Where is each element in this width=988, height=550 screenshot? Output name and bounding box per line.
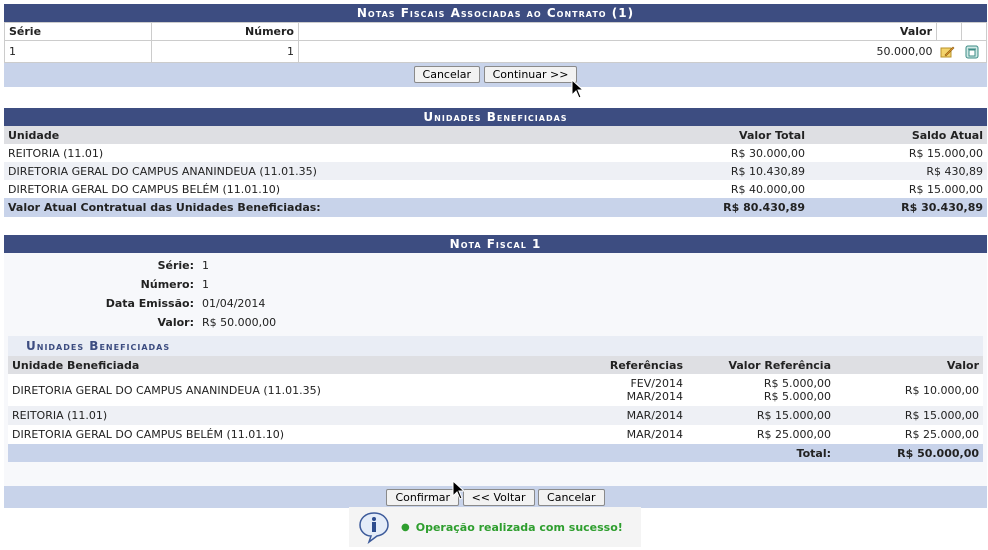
cell-valor: R$ 15.000,00	[904, 409, 979, 422]
valor-value: R$ 50.000,00	[202, 316, 277, 329]
total-spacer	[8, 444, 589, 462]
data-label: Data Emissão:	[105, 297, 194, 310]
total-valor: R$ 80.430,89	[723, 201, 805, 214]
edit-pencil-icon[interactable]	[939, 44, 955, 60]
table-row: REITORIA (11.01) R$ 30.000,00 R$ 15.000,…	[4, 144, 987, 162]
notas-panel: Notas Fiscais Associadas ao Contrato (1)…	[4, 4, 987, 87]
nota-panel-title: Nota Fiscal 1	[4, 235, 987, 253]
total-label: Valor Atual Contratual das Unidades Bene…	[8, 201, 321, 214]
unidades-header-row: Unidade Valor Total Saldo Atual	[4, 126, 987, 144]
mouse-pointer-icon	[452, 480, 466, 500]
col-valor: Valor	[946, 358, 979, 372]
cell-saldo-atual: R$ 15.000,00	[908, 182, 983, 196]
table-row: DIRETORIA GERAL DO CAMPUS BELÉM (11.01.1…	[4, 180, 987, 198]
ref-item: MAR/2014	[626, 390, 683, 403]
cell-unidade: DIRETORIA GERAL DO CAMPUS BELÉM (11.01.1…	[8, 182, 281, 196]
total-row: Total: R$ 50.000,00	[8, 444, 983, 462]
col-unidade: Unidade	[8, 128, 60, 142]
data-value: 01/04/2014	[202, 297, 266, 310]
cell-valor: R$ 10.000,00	[904, 383, 979, 397]
nota-body: Série: 1 Número: 1 Data Emissão: 01/04/2…	[4, 253, 987, 486]
total-row: Valor Atual Contratual das Unidades Bene…	[4, 198, 987, 217]
table-row: REITORIA (11.01) MAR/2014 R$ 15.000,00 R…	[8, 406, 983, 425]
col-serie: Série	[4, 22, 152, 41]
cell-referencias: MAR/2014	[626, 428, 683, 441]
continue-button[interactable]: Continuar >>	[483, 66, 578, 83]
cell-referencias: MAR/2014	[626, 409, 683, 422]
col-edit	[936, 22, 962, 41]
col-referencias: Referências	[609, 358, 683, 372]
cell-valor: R$ 25.000,00	[904, 428, 979, 441]
unidades-panel-title: Unidades Beneficiadas	[4, 108, 987, 126]
cell-valor: 50.000,00	[876, 45, 933, 58]
cell-valor-total: R$ 10.430,89	[730, 164, 805, 178]
success-message: ● Operação realizada com sucesso!	[349, 507, 641, 547]
cell-serie: 1	[4, 40, 152, 63]
total-spacer	[589, 444, 687, 462]
cell-valor-total: R$ 40.000,00	[730, 182, 805, 196]
cell-unidade: REITORIA (11.01)	[8, 146, 104, 160]
cancel-button[interactable]: Cancelar	[413, 66, 481, 83]
sub-header-row: Unidade Beneficiada Referências Valor Re…	[8, 356, 983, 374]
cell-unidade: REITORIA (11.01)	[12, 409, 108, 422]
notas-panel-title: Notas Fiscais Associadas ao Contrato (1)	[4, 4, 987, 22]
numero-value: 1	[202, 278, 209, 291]
cell-valor-referencia: R$ 15.000,00	[756, 409, 831, 422]
cancel-button[interactable]: Cancelar	[538, 489, 605, 506]
col-delete	[962, 23, 987, 41]
serie-value: 1	[202, 259, 209, 272]
col-valor: Valor	[298, 22, 937, 41]
cell-saldo-atual: R$ 430,89	[926, 164, 983, 178]
edit-cell	[937, 41, 962, 63]
bullet: ●	[401, 521, 410, 533]
table-row: DIRETORIA GERAL DO CAMPUS BELÉM (11.01.1…	[8, 425, 983, 444]
table-row: DIRETORIA GERAL DO CAMPUS ANANINDEUA (11…	[4, 162, 987, 180]
numero-label: Número:	[140, 278, 194, 291]
success-text: Operação realizada com sucesso!	[415, 520, 623, 534]
back-button[interactable]: << Voltar	[462, 489, 535, 506]
cell-numero: 1	[151, 40, 299, 63]
trash-icon[interactable]	[964, 44, 980, 60]
col-valor-referencia: Valor Referência	[728, 358, 831, 372]
valor-label: Valor:	[157, 316, 195, 329]
cell-valor-referencia: R$ 25.000,00	[756, 428, 831, 441]
confirm-button[interactable]: Confirmar	[386, 489, 460, 506]
nota-panel: Nota Fiscal 1 Série: 1 Número: 1 Data Em…	[4, 235, 987, 508]
vref-item: R$ 5.000,00	[763, 377, 831, 390]
col-numero: Número	[151, 22, 299, 41]
col-saldo-atual: Saldo Atual	[911, 128, 983, 142]
notas-footer: Cancelar Continuar >>	[4, 63, 987, 87]
col-valor-total: Valor Total	[739, 128, 805, 142]
cell-referencias: FEV/2014 MAR/2014	[589, 374, 687, 406]
delete-cell	[962, 41, 987, 63]
serie-label: Série:	[157, 259, 194, 272]
cell-valor-total: R$ 30.000,00	[730, 146, 805, 160]
cell-saldo-atual: R$ 15.000,00	[908, 146, 983, 160]
table-row: DIRETORIA GERAL DO CAMPUS ANANINDEUA (11…	[8, 374, 983, 406]
table-row: 1 1 50.000,00	[4, 40, 987, 63]
total-label: Total:	[796, 446, 831, 460]
nota-details: Série: 1 Número: 1 Data Emissão: 01/04/2…	[4, 256, 280, 332]
cell-valor-referencia: R$ 5.000,00 R$ 5.000,00	[687, 374, 835, 406]
mouse-pointer-icon	[571, 79, 585, 99]
total-value: R$ 50.000,00	[897, 446, 979, 460]
cell-unidade: DIRETORIA GERAL DO CAMPUS ANANINDEUA (11…	[12, 383, 321, 397]
sub-unidades: Unidades Beneficiadas Unidade Beneficiad…	[8, 336, 983, 462]
notas-header-row: Série Número Valor	[4, 22, 987, 41]
ref-item: FEV/2014	[630, 377, 683, 390]
vref-item: R$ 5.000,00	[763, 390, 831, 403]
cell-unidade: DIRETORIA GERAL DO CAMPUS ANANINDEUA (11…	[8, 164, 317, 178]
col-unidade-beneficiada: Unidade Beneficiada	[12, 358, 140, 372]
sub-unidades-title: Unidades Beneficiadas	[8, 336, 983, 356]
cell-unidade: DIRETORIA GERAL DO CAMPUS BELÉM (11.01.1…	[12, 428, 285, 441]
info-icon	[357, 510, 391, 545]
total-saldo: R$ 30.430,89	[901, 201, 983, 214]
unidades-panel: Unidades Beneficiadas Unidade Valor Tota…	[4, 108, 987, 217]
nota-footer: Confirmar << Voltar Cancelar	[4, 486, 987, 508]
